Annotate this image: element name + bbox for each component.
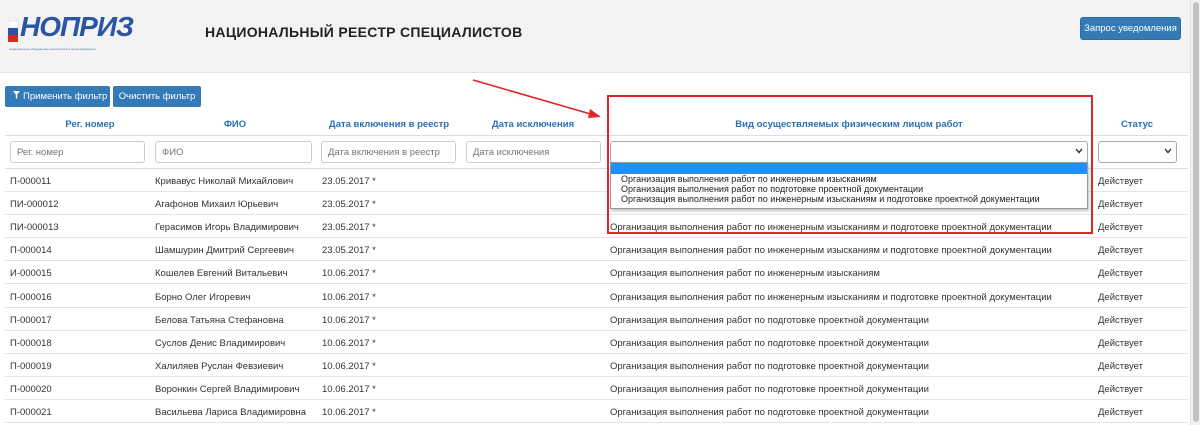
cell-date-included: 23.05.2017 * xyxy=(322,245,376,257)
table-row[interactable]: П-000018 Суслов Денис Владимирович 10.06.2… xyxy=(5,331,1188,354)
page-title: НАЦИОНАЛЬНЫЙ РЕЕСТР СПЕЦИАЛИСТОВ xyxy=(205,24,523,40)
cell-date-included: 10.06.2017 * xyxy=(322,337,376,349)
table-row[interactable]: П-000017 Белова Татьяна Стефановна 10.06.2… xyxy=(5,308,1188,331)
cell-reg-number: П-000019 xyxy=(10,360,52,372)
cell-status: Действует xyxy=(1098,407,1143,418)
column-header-reg-number[interactable]: Рег. номер xyxy=(30,119,150,130)
cell-work-type: Организация выполнения работ по инженерн… xyxy=(610,222,1052,234)
apply-filter-label: Применить фильтр xyxy=(23,91,108,102)
table-row[interactable]: П-000019 Халиляев Руслан Февзиевич 10.06.2… xyxy=(5,354,1188,377)
cell-status: Действует xyxy=(1098,222,1143,234)
cell-reg-number: П-000018 xyxy=(10,337,52,349)
table-row[interactable]: П-000021 Васильева Лариса Владимировна 10.… xyxy=(5,400,1188,423)
page-header: НОПРИЗ Национальное объединение изыскате… xyxy=(0,0,1190,73)
cell-work-type: Организация выполнения работ по инженерн… xyxy=(610,245,1052,257)
column-header-date-excluded[interactable]: Дата исключения xyxy=(465,119,601,130)
cell-status: Действует xyxy=(1098,199,1143,211)
notification-request-button[interactable]: Запрос уведомления xyxy=(1080,17,1181,40)
cell-fio: Белова Татьяна Стефановна xyxy=(155,314,284,326)
cell-date-included: 10.06.2017 * xyxy=(322,291,376,303)
cell-date-included: 10.06.2017 * xyxy=(322,407,376,418)
logo-text: НОПРИЗ xyxy=(20,11,134,42)
date-excluded-filter-input[interactable] xyxy=(466,141,601,163)
cell-fio: Халиляев Руслан Февзиевич xyxy=(155,360,284,372)
funnel-icon xyxy=(13,86,20,107)
dropdown-option-empty[interactable] xyxy=(611,163,1087,174)
chevron-down-icon xyxy=(1075,146,1083,156)
dropdown-option-surveys[interactable]: Организация выполнения работ по инженерн… xyxy=(611,174,1087,184)
cell-reg-number: ПИ-000013 xyxy=(10,222,59,234)
cell-date-included: 10.06.2017 * xyxy=(322,268,376,280)
cell-status: Действует xyxy=(1098,314,1143,326)
vertical-scrollbar[interactable] xyxy=(1190,0,1200,425)
cell-date-included: 10.06.2017 * xyxy=(322,314,376,326)
header-divider xyxy=(5,135,1188,136)
cell-status: Действует xyxy=(1098,360,1143,372)
table-row[interactable]: П-000016 Борно Олег Игоревич 10.06.2017 * О… xyxy=(5,285,1188,308)
cell-reg-number: П-000011 xyxy=(10,176,51,187)
column-header-date-included[interactable]: Дата включения в реестр xyxy=(318,119,460,130)
cell-status: Действует xyxy=(1098,176,1143,187)
cell-date-included: 10.06.2017 * xyxy=(322,383,376,395)
work-type-filter-select[interactable] xyxy=(610,141,1088,163)
cell-fio: Кошелев Евгений Витальевич xyxy=(155,268,288,280)
cell-date-included: 10.06.2017 * xyxy=(322,360,376,372)
cell-reg-number: П-000020 xyxy=(10,383,52,395)
cell-fio: Агафонов Михаил Юрьевич xyxy=(155,199,279,211)
fio-filter-input[interactable] xyxy=(155,141,312,163)
work-type-dropdown-list[interactable]: Организация выполнения работ по инженерн… xyxy=(610,162,1088,209)
cell-fio: Васильева Лариса Владимировна xyxy=(155,407,307,418)
nopriz-logo[interactable]: НОПРИЗ Национальное объединение изыскате… xyxy=(8,11,134,53)
cell-work-type: Организация выполнения работ по подготов… xyxy=(610,337,929,349)
cell-fio: Герасимов Игорь Владимирович xyxy=(155,222,299,234)
cell-fio: Кривавус Николай Михайлович xyxy=(155,176,294,187)
column-header-work-type[interactable]: Вид осуществляемых физическим лицом рабо… xyxy=(610,119,1088,130)
cell-date-included: 23.05.2017 * xyxy=(322,176,376,187)
cell-reg-number: П-000017 xyxy=(10,314,52,326)
cell-fio: Воронкин Сергей Владимирович xyxy=(155,383,300,395)
dropdown-option-design-docs[interactable]: Организация выполнения работ по подготов… xyxy=(611,184,1087,194)
date-included-filter-input[interactable] xyxy=(321,141,456,163)
cell-date-included: 23.05.2017 * xyxy=(322,222,376,234)
cell-fio: Борно Олег Игоревич xyxy=(155,291,251,303)
logo-subtitle: Национальное объединение изыскателей и п… xyxy=(9,47,96,51)
cell-reg-number: И-000015 xyxy=(10,268,52,280)
cell-status: Действует xyxy=(1098,337,1143,349)
dropdown-option-surveys-and-design[interactable]: Организация выполнения работ по инженерн… xyxy=(611,194,1087,204)
cell-status: Действует xyxy=(1098,245,1143,257)
status-filter-select[interactable] xyxy=(1098,141,1177,163)
cell-work-type: Организация выполнения работ по инженерн… xyxy=(610,291,1052,303)
cell-work-type: Организация выполнения работ по подготов… xyxy=(610,407,929,418)
cell-status: Действует xyxy=(1098,268,1143,280)
cell-date-included: 23.05.2017 * xyxy=(322,199,376,211)
cell-work-type: Организация выполнения работ по инженерн… xyxy=(610,268,880,280)
cell-reg-number: П-000021 xyxy=(10,407,52,418)
cell-reg-number: П-000014 xyxy=(10,245,52,257)
cell-reg-number: ПИ-000012 xyxy=(10,199,59,211)
cell-reg-number: П-000016 xyxy=(10,291,52,303)
cell-work-type: Организация выполнения работ по подготов… xyxy=(610,360,929,372)
reg-number-filter-input[interactable] xyxy=(10,141,145,163)
cell-status: Действует xyxy=(1098,291,1143,303)
cell-fio: Суслов Денис Владимирович xyxy=(155,337,286,349)
apply-filter-button[interactable]: Применить фильтр xyxy=(5,86,110,107)
column-header-status[interactable]: Статус xyxy=(1097,119,1177,130)
table-row[interactable]: П-000014 Шамшурин Дмитрий Сергеевич 23.05.… xyxy=(5,238,1188,262)
clear-filter-button[interactable]: Очистить фильтр xyxy=(113,86,201,107)
table-row[interactable]: ПИ-000013 Герасимов Игорь Владимирович 23.… xyxy=(5,215,1188,239)
cell-status: Действует xyxy=(1098,383,1143,395)
chevron-down-icon xyxy=(1164,146,1172,156)
table-row[interactable]: И-000015 Кошелев Евгений Витальевич 10.06.… xyxy=(5,261,1188,285)
column-header-fio[interactable]: ФИО xyxy=(160,119,310,130)
table-row[interactable]: П-000020 Воронкин Сергей Владимирович 10.0… xyxy=(5,377,1188,400)
cell-fio: Шамшурин Дмитрий Сергеевич xyxy=(155,245,294,257)
scrollbar-thumb[interactable] xyxy=(1193,2,1199,422)
cell-work-type: Организация выполнения работ по подготов… xyxy=(610,314,929,326)
cell-work-type: Организация выполнения работ по подготов… xyxy=(610,383,929,395)
